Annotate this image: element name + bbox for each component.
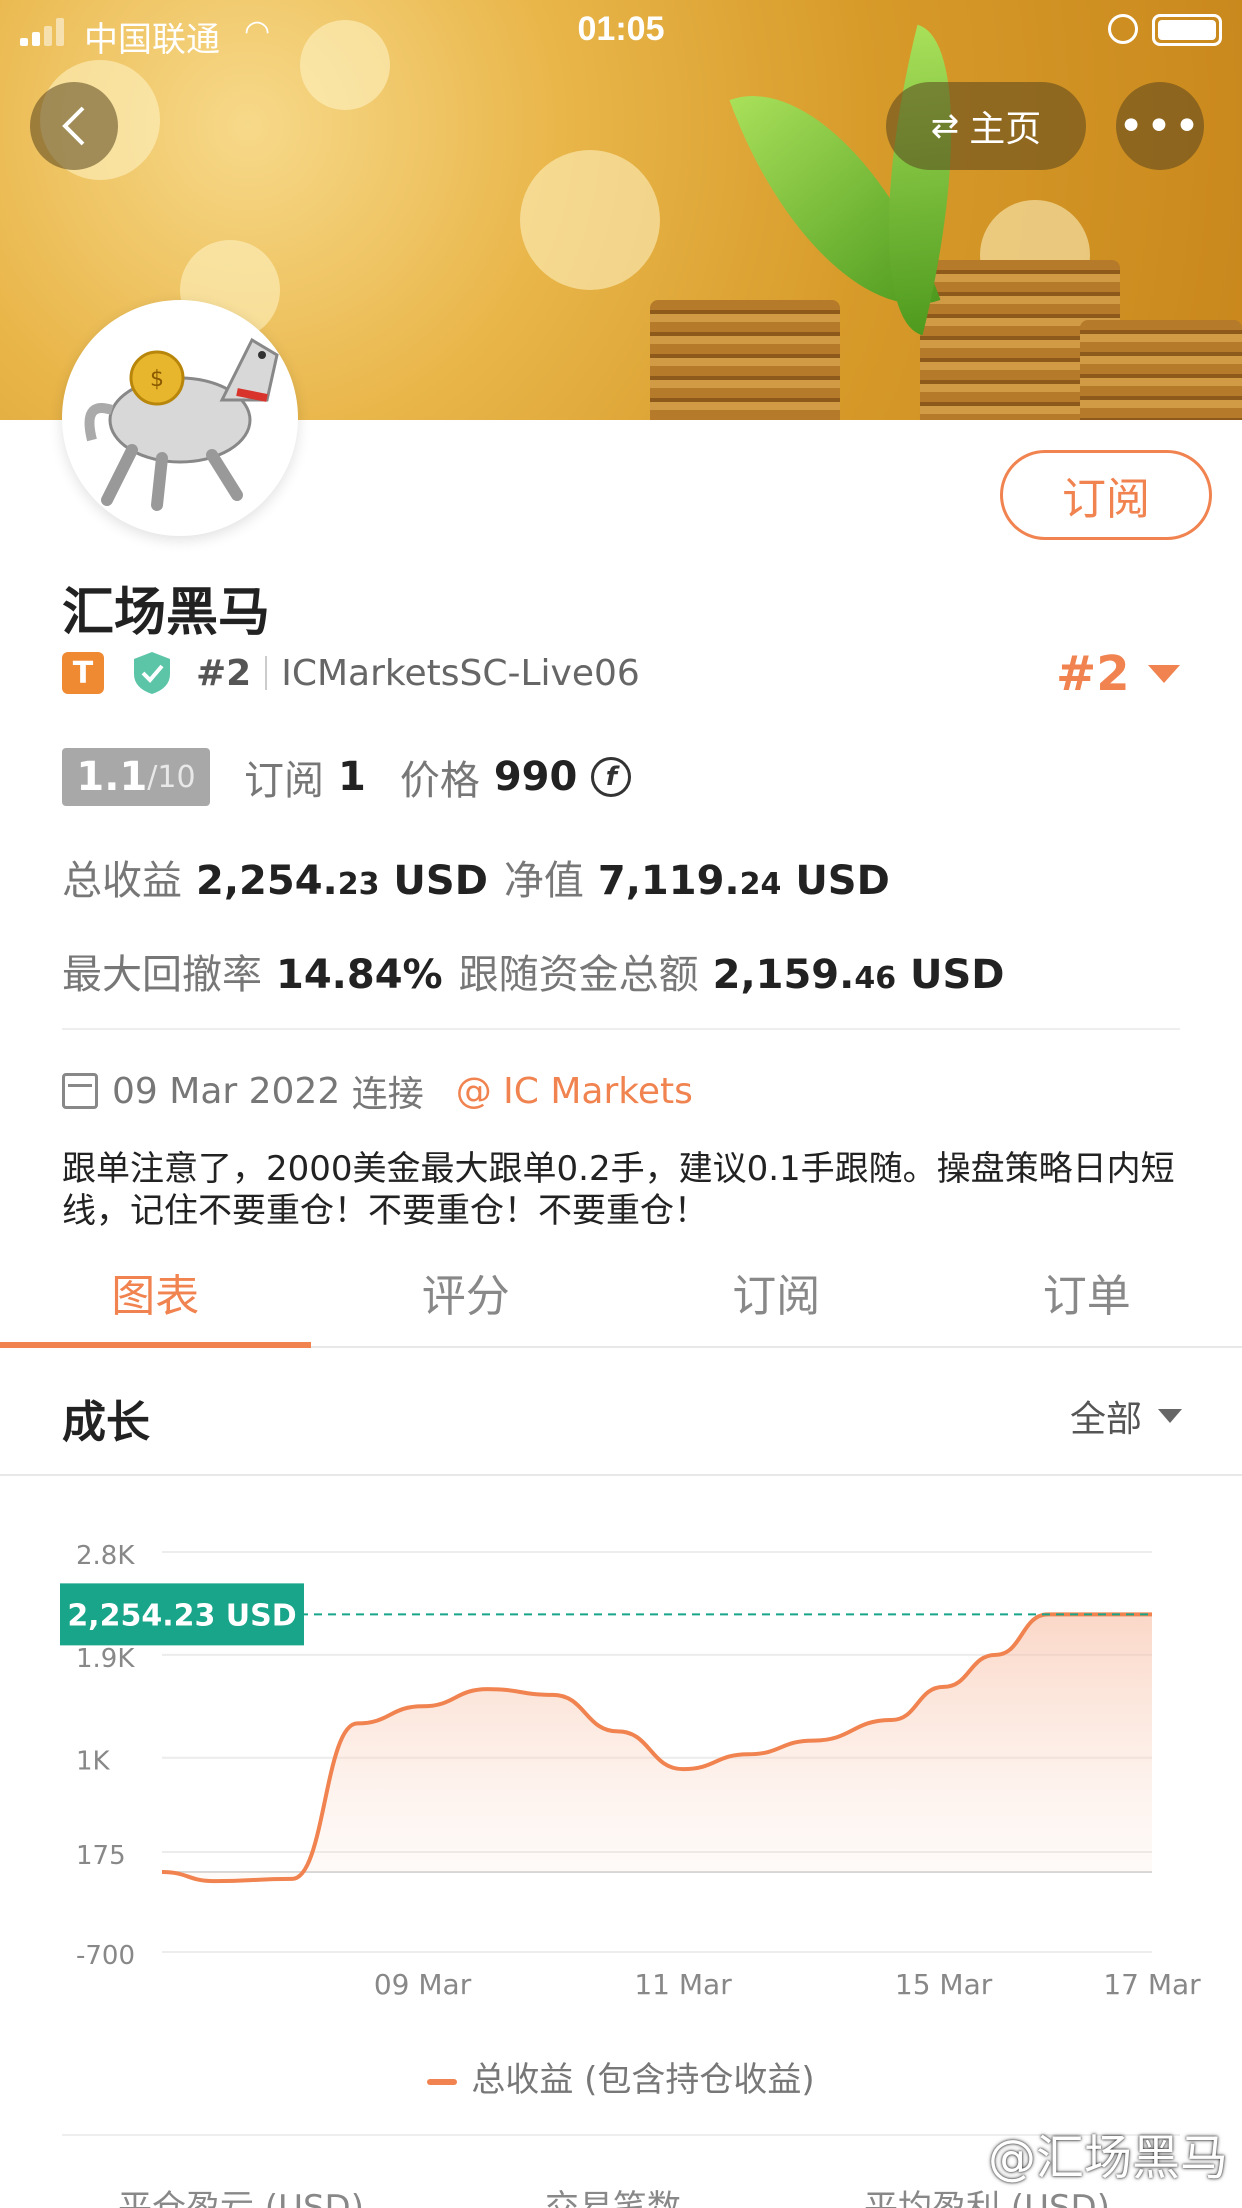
trade-count-label: 交易笔数 [545, 2188, 681, 2208]
y-tick-label: 1K [76, 1747, 111, 1777]
equity-dec: 24 [739, 867, 782, 902]
price-value: 990 [493, 754, 578, 800]
equity-value: 7,119.24 USD [598, 858, 890, 904]
follow-funds-unit: USD [910, 952, 1005, 998]
tab-rating[interactable]: 评分 [311, 1240, 622, 1346]
y-tick-label: 175 [76, 1841, 126, 1871]
subscriptions-label: 订阅 [244, 758, 324, 804]
connect-label: 连接 [351, 1074, 424, 1115]
battery-icon [1152, 14, 1222, 46]
follow-funds-int: 2,159. [712, 952, 855, 998]
server-name: ICMarketsSC-Live06 [281, 652, 640, 694]
growth-chart[interactable]: 2.8K 1.9K 1K 175 -700 09 Mar 11 Mar 15 Mar 17 Ma… [0, 1500, 1242, 2060]
tab-subscriptions[interactable]: 订阅 [621, 1240, 932, 1346]
rank-dropdown[interactable]: #2 [1056, 646, 1180, 702]
status-time: 01:05 [577, 10, 665, 48]
broker-link[interactable]: @ IC Markets [456, 1071, 693, 1112]
watermark: @汇场黑马 [987, 2130, 1228, 2186]
more-icon: ••• [1118, 100, 1202, 152]
total-profit-value: 2,254.23 USD [196, 858, 488, 904]
closed-pnl-label: 平仓盈亏 (USD) [118, 2188, 364, 2208]
score-total: /10 [147, 759, 196, 795]
home-label: 主页 [969, 109, 1042, 150]
equity-int: 7,119. [597, 858, 740, 904]
separator [265, 656, 268, 690]
growth-title: 成长 [62, 1397, 150, 1448]
back-button[interactable] [30, 82, 118, 170]
chart-legend: 总收益 (包含持仓收益) [0, 2052, 1242, 2101]
total-profit-label: 总收益 [62, 858, 182, 904]
avatar[interactable]: $ [62, 300, 298, 536]
verified-shield-icon [134, 652, 170, 694]
score-badge: 1.1/10 [62, 748, 210, 806]
drawdown-row: 最大回撤率 14.84% 跟随资金总额 2,159.46 USD [62, 942, 1021, 998]
connect-date: 09 Mar 2022 [112, 1070, 341, 1112]
score-main: 1.1 [76, 754, 148, 800]
tier-badge: T [62, 652, 104, 694]
tab-bar: 图表 评分 订阅 订单 [0, 1240, 1242, 1348]
svg-text:$: $ [150, 367, 164, 392]
max-drawdown-value: 14.84% [276, 952, 443, 998]
coin-icon: f [591, 757, 632, 797]
caret-down-icon [1147, 665, 1180, 683]
home-switch-button[interactable]: ⇄ 主页 [886, 82, 1086, 170]
rank-small: #2 [196, 652, 252, 694]
x-tick-label: 09 Mar [374, 1968, 472, 2001]
x-tick-label: 17 Mar [1103, 1968, 1201, 2001]
x-tick-label: 15 Mar [895, 1968, 993, 2001]
legend-label: 总收益 (包含持仓收益) [471, 2060, 815, 2100]
range-dropdown[interactable]: 全部 [1070, 1390, 1182, 1442]
legend-swatch [427, 2078, 458, 2085]
caret-down-icon [1158, 1409, 1182, 1423]
rotation-lock-icon [1108, 14, 1138, 44]
y-tick-label: 1.9K [76, 1644, 135, 1674]
follow-funds-value: 2,159.46 USD [713, 952, 1005, 998]
price-label: 价格 [399, 758, 480, 804]
swap-icon: ⇄ [930, 106, 960, 146]
current-value-label: 2,254.23 USD [67, 1598, 296, 1633]
follow-funds-label: 跟随资金总额 [458, 952, 699, 998]
equity-label: 净值 [503, 858, 584, 904]
equity-unit: USD [795, 858, 890, 904]
rank-big-label: #2 [1056, 646, 1130, 702]
max-drawdown-label: 最大回撤率 [62, 952, 262, 998]
total-profit-unit: USD [393, 858, 488, 904]
growth-header: 成长 全部 [0, 1350, 1242, 1476]
y-tick-label: 2.8K [76, 1541, 135, 1571]
connect-row: 09 Mar 2022 连接 @ IC Markets [62, 1066, 693, 1116]
profit-row: 总收益 2,254.23 USD 净值 7,119.24 USD [62, 848, 906, 904]
subscriptions-value: 1 [338, 754, 366, 800]
tab-orders[interactable]: 订单 [932, 1240, 1242, 1346]
range-label: 全部 [1069, 1399, 1142, 1440]
total-profit-dec: 23 [337, 867, 380, 902]
y-tick-label: -700 [76, 1941, 135, 1971]
status-bar: 中国联通 ◠ 01:05 [0, 0, 1242, 64]
subscribe-button[interactable]: 订阅 [1000, 450, 1212, 540]
trader-name: 汇场黑马 [62, 583, 271, 643]
more-button[interactable]: ••• [1116, 82, 1204, 170]
score-row: 1.1/10 订阅 1 价格 990 f [62, 748, 632, 806]
calendar-icon [62, 1073, 98, 1109]
strategy-description: 跟单注意了，2000美金最大跟单0.2手，建议0.1手跟随。操盘策略日内短线，记… [62, 1149, 1175, 1231]
badge-row: T #2 ICMarketsSC-Live06 [62, 650, 640, 696]
follow-funds-dec: 46 [854, 961, 897, 996]
tab-chart[interactable]: 图表 [0, 1240, 311, 1348]
horse-mascot-icon: $ [84, 337, 279, 511]
x-tick-label: 11 Mar [634, 1968, 732, 2001]
total-profit-int: 2,254. [196, 858, 338, 904]
divider [62, 1028, 1180, 1030]
chevron-left-icon [62, 106, 85, 146]
